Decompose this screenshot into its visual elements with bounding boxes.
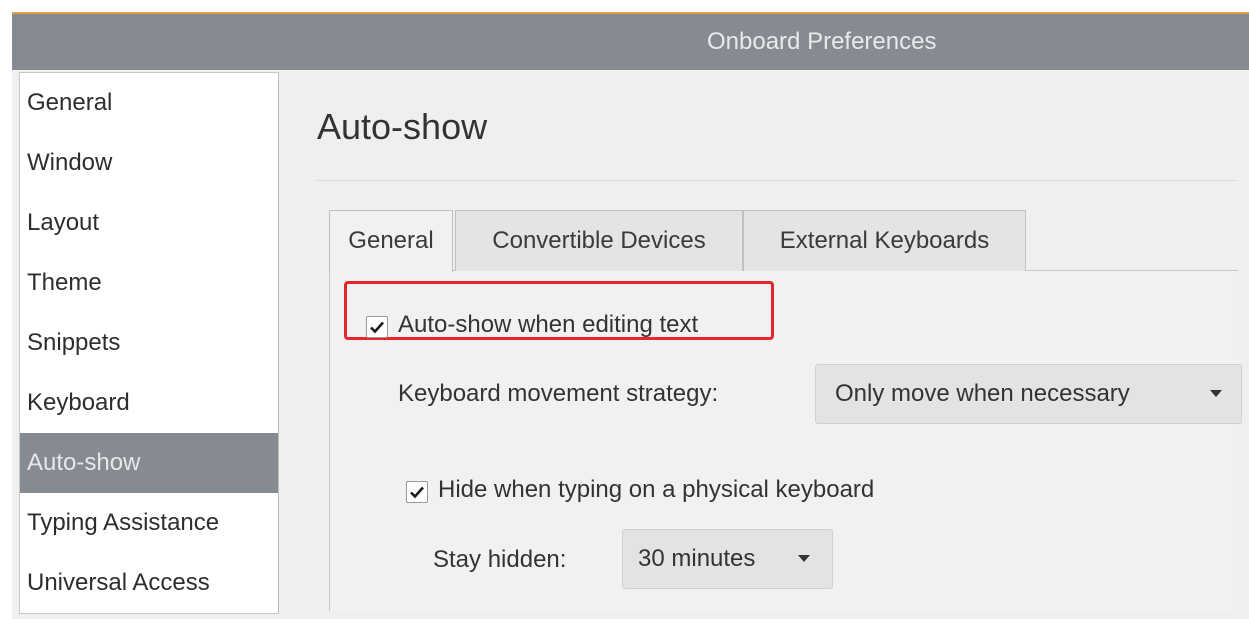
hide-when-typing-checkbox[interactable] xyxy=(406,481,428,503)
check-icon xyxy=(370,321,384,334)
window-title: Onboard Preferences xyxy=(707,28,937,55)
movement-strategy-label: Keyboard movement strategy: xyxy=(398,380,719,407)
tab-general[interactable]: General xyxy=(329,210,453,272)
sidebar-item-keyboard[interactable]: Keyboard xyxy=(20,373,278,433)
auto-show-label[interactable]: Auto-show when editing text xyxy=(398,311,698,339)
page-title: Auto-show xyxy=(317,106,488,147)
dropdown-arrow-icon xyxy=(1210,390,1222,397)
auto-show-checkbox[interactable] xyxy=(366,316,388,338)
sidebar-item-layout[interactable]: Layout xyxy=(20,193,278,253)
sidebar-item-universal-access[interactable]: Universal Access xyxy=(20,553,278,613)
sidebar-item-auto-show[interactable]: Auto-show xyxy=(20,433,278,493)
sidebar-item-snippets[interactable]: Snippets xyxy=(20,313,278,373)
tab-external-keyboards[interactable]: External Keyboards xyxy=(743,210,1026,271)
sidebar-item-general[interactable]: General xyxy=(20,73,278,133)
movement-strategy-value: Only move when necessary xyxy=(835,380,1130,407)
tab-convertible-devices[interactable]: Convertible Devices xyxy=(455,210,743,271)
title-bar[interactable]: Onboard Preferences xyxy=(12,14,1249,70)
check-icon xyxy=(410,486,424,499)
hide-when-typing-label[interactable]: Hide when typing on a physical keyboard xyxy=(438,476,874,504)
stay-hidden-label: Stay hidden: xyxy=(433,546,567,573)
sidebar: General Window Layout Theme Snippets Key… xyxy=(19,72,279,614)
stay-hidden-dropdown[interactable]: 30 minutes xyxy=(622,529,833,589)
sidebar-item-window[interactable]: Window xyxy=(20,133,278,193)
sidebar-item-theme[interactable]: Theme xyxy=(20,253,278,313)
stay-hidden-value: 30 minutes xyxy=(638,545,756,572)
movement-strategy-dropdown[interactable]: Only move when necessary xyxy=(815,364,1242,424)
title-separator xyxy=(317,180,1237,181)
sidebar-item-typing-assistance[interactable]: Typing Assistance xyxy=(20,493,278,553)
dropdown-arrow-icon xyxy=(798,555,810,562)
